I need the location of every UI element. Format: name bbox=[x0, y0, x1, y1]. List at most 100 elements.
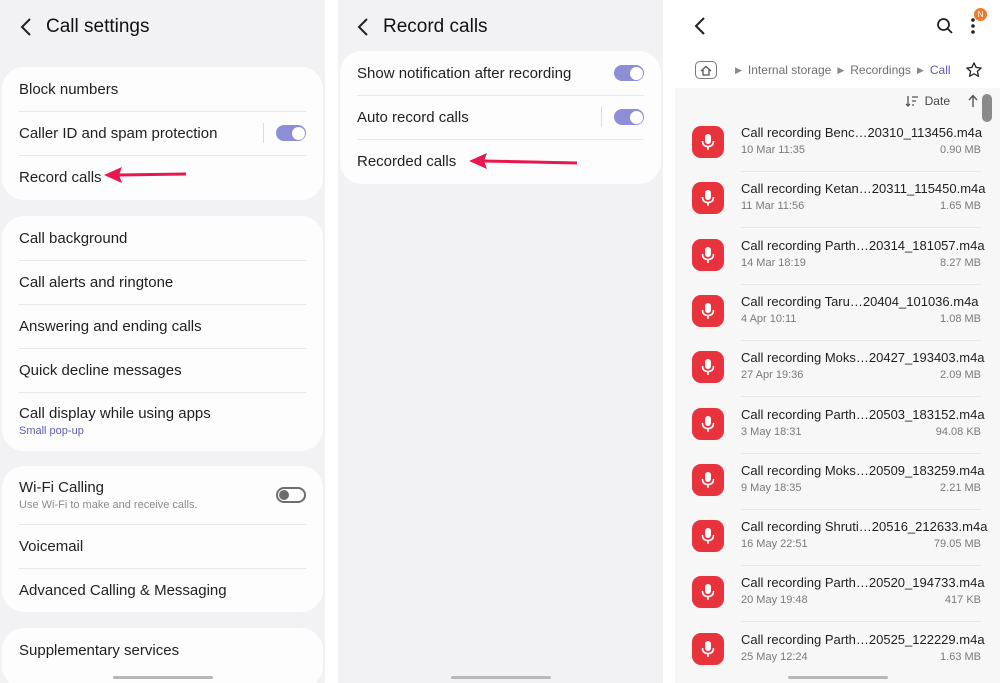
star-icon[interactable] bbox=[965, 61, 983, 79]
home-indicator bbox=[450, 676, 551, 679]
call-display-item[interactable]: Call display while using apps Small pop-… bbox=[19, 396, 306, 446]
microphone-icon bbox=[692, 351, 724, 384]
microphone-icon bbox=[692, 238, 724, 271]
settings-group-3: Wi-Fi Calling Use Wi-Fi to make and rece… bbox=[2, 466, 323, 612]
file-size: 417 KB bbox=[944, 594, 981, 607]
breadcrumb: ▶ Internal storage ▶ Recordings ▶ Call bbox=[675, 52, 1000, 88]
pointer-arrow-icon bbox=[104, 167, 187, 183]
microphone-icon bbox=[692, 182, 724, 215]
file-name: Call recording Ketan…20311_115450.m4a bbox=[741, 181, 986, 197]
item-label: Quick decline messages bbox=[19, 361, 182, 379]
file-name: Call recording Parth…20520_194733.m4a bbox=[741, 575, 985, 591]
back-button[interactable] bbox=[680, 0, 720, 52]
advanced-calling-item[interactable]: Advanced Calling & Messaging bbox=[19, 568, 306, 612]
back-button[interactable] bbox=[343, 0, 383, 54]
file-manager-screen: N ▶ Internal storage ▶ Recordings ▶ Call… bbox=[675, 0, 1000, 683]
item-label: Wi-Fi Calling bbox=[19, 479, 105, 496]
chevron-right-icon: ▶ bbox=[837, 64, 845, 75]
item-sublabel: Use Wi-Fi to make and receive calls. bbox=[19, 499, 198, 511]
home-indicator bbox=[787, 676, 888, 679]
breadcrumb-item[interactable]: Recordings bbox=[850, 63, 911, 77]
item-label: Block numbers bbox=[19, 80, 119, 98]
chevron-right-icon: ▶ bbox=[735, 64, 742, 75]
auto-record-toggle[interactable] bbox=[614, 109, 644, 125]
notification-badge: N bbox=[974, 8, 987, 21]
wifi-calling-item[interactable]: Wi-Fi Calling Use Wi-Fi to make and rece… bbox=[19, 470, 306, 520]
file-size: 2.09 MB bbox=[940, 369, 981, 382]
file-list-item[interactable]: Call recording Moks…20509_183259.m4a 9 Ma… bbox=[675, 454, 1000, 510]
file-date: 14 Mar 18:19 bbox=[741, 256, 806, 269]
show-notification-toggle[interactable] bbox=[614, 65, 644, 81]
file-size: 79.05 MB bbox=[933, 538, 981, 551]
file-date: 27 Apr 19:36 bbox=[741, 369, 804, 382]
item-label: Auto record calls bbox=[357, 108, 469, 126]
quick-decline-item[interactable]: Quick decline messages bbox=[19, 348, 306, 392]
sort-control[interactable]: Date bbox=[905, 94, 978, 108]
call-settings-header: Call settings bbox=[0, 0, 325, 54]
file-date: 11 Mar 11:56 bbox=[741, 200, 805, 213]
sort-direction-icon[interactable] bbox=[968, 94, 978, 108]
file-size: 1.08 MB bbox=[940, 312, 981, 325]
file-list-item[interactable]: Call recording Shruti…20516_212633.m4a 16… bbox=[675, 510, 1000, 567]
item-label: Call display while using apps bbox=[19, 405, 211, 422]
file-list-item[interactable]: Call recording Taru…20404_101036.m4a 4 Ap… bbox=[675, 285, 1000, 341]
microphone-icon bbox=[692, 632, 724, 665]
record-calls-screen: Record calls Show notification after rec… bbox=[338, 0, 663, 683]
microphone-icon bbox=[692, 126, 724, 158]
page-title: Record calls bbox=[383, 16, 488, 37]
breadcrumb-current[interactable]: Call bbox=[930, 63, 951, 77]
microphone-icon bbox=[692, 294, 724, 327]
settings-group-2: Call background Call alerts and ringtone… bbox=[2, 216, 323, 451]
block-numbers-item[interactable]: Block numbers bbox=[19, 67, 306, 111]
file-list-item[interactable]: Call recording Parth…20525_122229.m4a 25 … bbox=[675, 623, 1000, 679]
file-size: 1.63 MB bbox=[940, 650, 981, 663]
file-list-item[interactable]: Call recording Parth…20520_194733.m4a 20 … bbox=[675, 566, 1000, 623]
item-label: Call alerts and ringtone bbox=[19, 273, 174, 291]
file-list-item[interactable]: Call recording Parth…20314_181057.m4a 14 … bbox=[675, 229, 1000, 285]
chevron-left-icon bbox=[357, 18, 368, 36]
back-button[interactable] bbox=[6, 0, 46, 54]
file-name: Call recording Shruti…20516_212633.m4a bbox=[741, 519, 988, 535]
voicemail-item[interactable]: Voicemail bbox=[19, 524, 306, 568]
home-icon[interactable] bbox=[695, 61, 717, 79]
file-name: Call recording Parth…20525_122229.m4a bbox=[741, 631, 985, 647]
microphone-icon bbox=[692, 520, 724, 553]
settings-group-4: Supplementary services bbox=[2, 628, 323, 683]
file-list-item[interactable]: Call recording Benc…20310_113456.m4a 10 M… bbox=[675, 116, 1000, 172]
wifi-calling-toggle[interactable] bbox=[276, 487, 306, 503]
file-name: Call recording Taru…20404_101036.m4a bbox=[741, 293, 979, 309]
file-name: Call recording Parth…20503_183152.m4a bbox=[741, 406, 985, 422]
item-label: Caller ID and spam protection bbox=[19, 124, 218, 142]
sort-label: Date bbox=[924, 94, 950, 108]
caller-id-toggle[interactable] bbox=[276, 125, 306, 141]
item-label: Advanced Calling & Messaging bbox=[19, 581, 227, 599]
page-title: Call settings bbox=[46, 16, 150, 37]
caller-id-item[interactable]: Caller ID and spam protection bbox=[19, 111, 306, 155]
show-notification-item[interactable]: Show notification after recording bbox=[357, 51, 644, 95]
file-date: 25 May 12:24 bbox=[741, 650, 808, 663]
breadcrumb-item[interactable]: Internal storage bbox=[748, 63, 831, 77]
file-name: Call recording Benc…20310_113456.m4a bbox=[741, 125, 983, 140]
file-name: Call recording Parth…20314_181057.m4a bbox=[741, 237, 985, 253]
scrollbar-thumb[interactable] bbox=[982, 94, 992, 122]
item-label: Voicemail bbox=[19, 537, 84, 555]
file-list-item[interactable]: Call recording Ketan…20311_115450.m4a 11 … bbox=[675, 172, 1000, 229]
file-list-item[interactable]: Call recording Moks…20427_193403.m4a 27 A… bbox=[675, 341, 1000, 398]
search-icon[interactable] bbox=[936, 17, 954, 35]
item-label: Record calls bbox=[19, 168, 102, 186]
chevron-left-icon bbox=[20, 18, 31, 36]
file-date: 4 Apr 10:11 bbox=[741, 312, 797, 325]
call-background-item[interactable]: Call background bbox=[19, 216, 306, 260]
auto-record-item[interactable]: Auto record calls bbox=[357, 95, 644, 139]
file-date: 9 May 18:35 bbox=[741, 481, 802, 494]
file-list-item[interactable]: Call recording Parth…20503_183152.m4a 3 M… bbox=[675, 398, 1000, 454]
answering-ending-item[interactable]: Answering and ending calls bbox=[19, 304, 306, 348]
file-size: 8.27 MB bbox=[940, 256, 981, 269]
item-label: Answering and ending calls bbox=[19, 317, 202, 335]
file-manager-header: N bbox=[675, 0, 1000, 52]
file-date: 20 May 19:48 bbox=[741, 594, 808, 607]
call-settings-screen: Call settings Block numbers Caller ID an… bbox=[0, 0, 325, 683]
supplementary-services-item[interactable]: Supplementary services bbox=[19, 628, 306, 672]
call-alerts-item[interactable]: Call alerts and ringtone bbox=[19, 260, 306, 304]
file-size: 0.90 MB bbox=[940, 144, 981, 156]
